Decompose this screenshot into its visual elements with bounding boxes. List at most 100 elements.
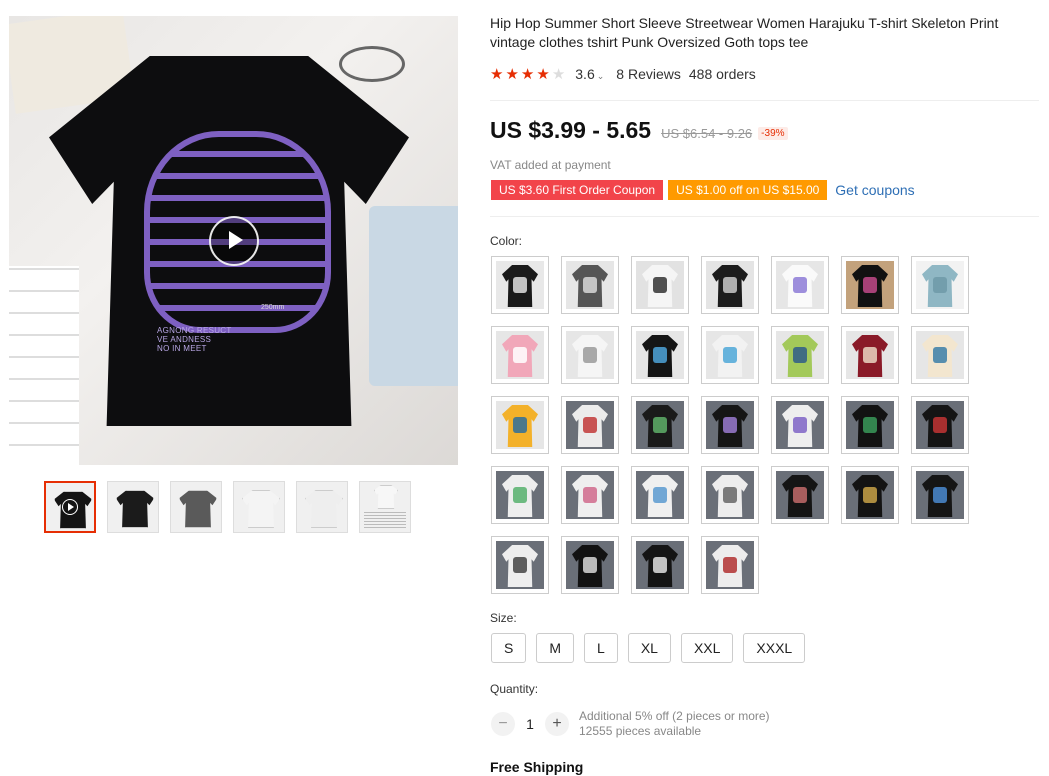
color-swatch-17[interactable] [631, 396, 689, 454]
price-row: US $3.99 - 5.65 US $6.54 - 9.26 -39% [490, 117, 788, 144]
swatch-print [583, 487, 597, 503]
size-option-xxxl[interactable]: XXXL [743, 633, 806, 663]
color-swatch-grid [491, 256, 981, 594]
thumbnail-1[interactable] [44, 481, 96, 533]
play-icon [62, 499, 78, 515]
thumbnail-2[interactable] [107, 481, 159, 533]
color-swatch-11[interactable] [701, 326, 759, 384]
swatch-print [933, 347, 947, 363]
coupon-row: US $3.60 First Order Coupon US $1.00 off… [491, 180, 915, 200]
first-order-coupon[interactable]: US $3.60 First Order Coupon [491, 180, 664, 200]
size-label: Size: [490, 611, 517, 625]
color-swatch-15[interactable] [491, 396, 549, 454]
swatch-print [793, 347, 807, 363]
color-swatch-32[interactable] [701, 536, 759, 594]
color-swatch-31[interactable] [631, 536, 689, 594]
color-swatch-29[interactable] [491, 536, 549, 594]
swatch-image [496, 401, 544, 449]
swatch-print [723, 347, 737, 363]
quantity-value[interactable]: 1 [515, 716, 545, 732]
quantity-stepper: − 1 + Additional 5% off (2 pieces or mor… [491, 709, 770, 739]
swatch-image [916, 401, 964, 449]
swatch-print [513, 557, 527, 573]
size-option-s[interactable]: S [491, 633, 527, 663]
thumbnail-3[interactable] [170, 481, 222, 533]
print-caption: AGNONG RESUCT VE ANDNESS NO IN MEET [157, 326, 232, 353]
color-swatch-1[interactable] [491, 256, 549, 314]
color-swatch-9[interactable] [561, 326, 619, 384]
decrease-quantity-button[interactable]: − [491, 712, 515, 736]
color-swatch-22[interactable] [491, 466, 549, 524]
swatch-image [706, 471, 754, 519]
swatch-image [776, 401, 824, 449]
reviews-link[interactable]: 8 Reviews [616, 66, 681, 82]
chevron-down-icon: ⌄ [596, 71, 605, 81]
color-swatch-10[interactable] [631, 326, 689, 384]
increase-quantity-button[interactable]: + [545, 712, 569, 736]
swatch-print [653, 417, 667, 433]
swatch-print [723, 557, 737, 573]
color-swatch-16[interactable] [561, 396, 619, 454]
color-swatch-18[interactable] [701, 396, 759, 454]
color-swatch-2[interactable] [561, 256, 619, 314]
color-swatch-4[interactable] [701, 256, 759, 314]
color-swatch-27[interactable] [841, 466, 899, 524]
swatch-print [933, 487, 947, 503]
thumbnail-6[interactable] [359, 481, 411, 533]
get-coupons-link[interactable]: Get coupons [835, 182, 914, 198]
play-video-button[interactable] [209, 216, 259, 266]
swatch-image [846, 471, 894, 519]
size-option-xl[interactable]: XL [627, 633, 671, 663]
swatch-print [863, 347, 877, 363]
color-swatch-23[interactable] [561, 466, 619, 524]
thumbnail-4[interactable] [233, 481, 285, 533]
discount-badge: -39% [758, 127, 788, 140]
background-cloth [9, 266, 79, 465]
swatch-print [723, 417, 737, 433]
color-label: Color: [490, 234, 523, 248]
color-swatch-7[interactable] [911, 256, 969, 314]
swatch-print [793, 487, 807, 503]
color-swatch-8[interactable] [491, 326, 549, 384]
color-swatch-24[interactable] [631, 466, 689, 524]
swatch-print [513, 417, 527, 433]
quantity-label: Quantity: [490, 682, 539, 696]
swatch-image [706, 331, 754, 379]
swatch-image [706, 541, 754, 589]
swatch-print [933, 417, 947, 433]
color-swatch-3[interactable] [631, 256, 689, 314]
swatch-print [583, 417, 597, 433]
size-chart-table [364, 510, 406, 528]
quantity-info: Additional 5% off (2 pieces or more) 125… [579, 709, 770, 739]
swatch-print [863, 487, 877, 503]
size-option-m[interactable]: M [536, 633, 575, 663]
color-swatch-12[interactable] [771, 326, 829, 384]
swatch-image [636, 401, 684, 449]
color-swatch-28[interactable] [911, 466, 969, 524]
rating-value: 3.6 [575, 66, 595, 82]
color-swatch-30[interactable] [561, 536, 619, 594]
size-options: S M L XL XXL XXXL [491, 633, 806, 663]
store-coupon[interactable]: US $1.00 off on US $15.00 [668, 180, 828, 200]
background-glasses [339, 46, 405, 82]
swatch-print [653, 347, 667, 363]
color-swatch-25[interactable] [701, 466, 759, 524]
swatch-image [776, 261, 824, 309]
color-swatch-19[interactable] [771, 396, 829, 454]
main-product-image[interactable]: 250mm AGNONG RESUCT VE ANDNESS NO IN MEE… [9, 16, 458, 465]
color-swatch-21[interactable] [911, 396, 969, 454]
shipping-label: Free Shipping [490, 759, 584, 775]
thumbnail-5[interactable] [296, 481, 348, 533]
color-swatch-5[interactable] [771, 256, 829, 314]
size-option-l[interactable]: L [584, 633, 618, 663]
size-option-xxl[interactable]: XXL [680, 633, 734, 663]
swatch-print [863, 417, 877, 433]
rating-dropdown[interactable]: 3.6 ⌄ [575, 66, 604, 82]
swatch-print [863, 277, 877, 293]
color-swatch-6[interactable] [841, 256, 899, 314]
swatch-image [566, 471, 614, 519]
color-swatch-20[interactable] [841, 396, 899, 454]
color-swatch-26[interactable] [771, 466, 829, 524]
color-swatch-14[interactable] [911, 326, 969, 384]
color-swatch-13[interactable] [841, 326, 899, 384]
